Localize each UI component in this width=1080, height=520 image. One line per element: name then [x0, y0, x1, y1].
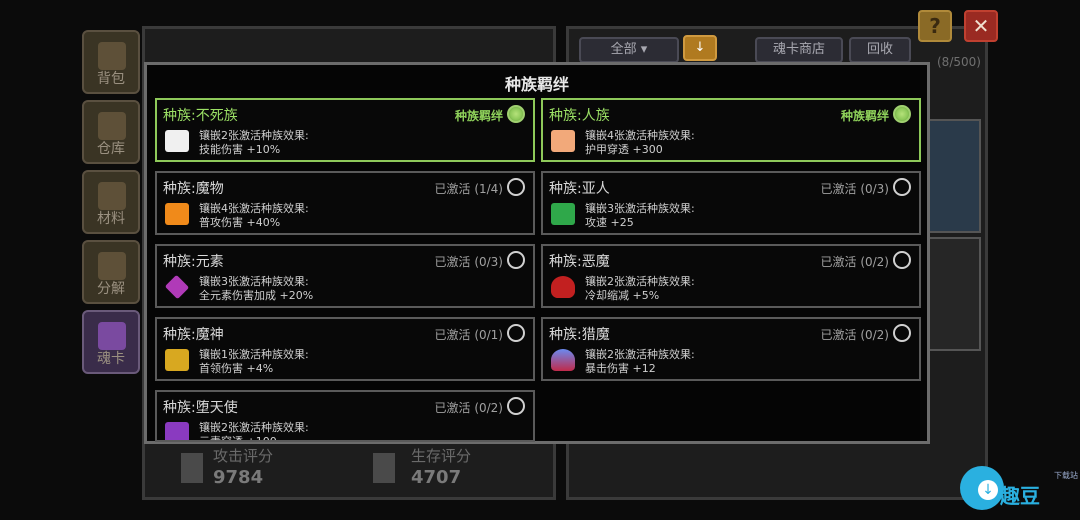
checkbox-checked-icon[interactable]: [893, 105, 911, 123]
race-card-fallen-angel[interactable]: 种族:堕天使 已激活 (0/2) 镶嵌2张激活种族效果: 元素穿透 +100: [155, 390, 535, 442]
watermark-logo: ↓ 趣豆 下载站: [960, 462, 1078, 518]
survival-score-value: 4707: [411, 467, 462, 488]
soul-card-shop-button[interactable]: 魂卡商店: [755, 37, 843, 63]
recycle-button[interactable]: 回收: [849, 37, 911, 63]
nav-backpack[interactable]: 背包: [82, 30, 140, 94]
skull-icon: [165, 130, 189, 152]
card-slot[interactable]: [925, 237, 981, 351]
race-card-monster[interactable]: 种族:魔物 已激活 (1/4) 镶嵌4张激活种族效果: 普攻伤害 +40%: [155, 171, 535, 235]
nav-warehouse[interactable]: 仓库: [82, 100, 140, 164]
race-card-demon-god[interactable]: 种族:魔神 已激活 (0/1) 镶嵌1张激活种族效果: 首领伤害 +4%: [155, 317, 535, 381]
dialog-title: 种族羁绊: [504, 75, 569, 94]
nav-decompose[interactable]: 分解: [82, 240, 140, 304]
element-crystal-icon: [164, 274, 190, 300]
decompose-icon: [98, 252, 126, 280]
nav-soul-card[interactable]: 魂卡: [82, 310, 140, 374]
download-arrow-icon: ↓: [978, 480, 998, 500]
warehouse-icon: [98, 112, 126, 140]
survival-score-label: 生存评分: [411, 447, 472, 465]
materials-icon: [98, 182, 126, 210]
sword-icon: [181, 453, 203, 483]
demon-god-icon: [165, 349, 189, 371]
shield-icon: [373, 453, 395, 483]
race-card-demon[interactable]: 种族:恶魔 已激活 (0/2) 镶嵌2张激活种族效果: 冷却缩减 +5%: [541, 244, 921, 308]
checkbox-icon[interactable]: [507, 251, 525, 269]
race-card-element[interactable]: 种族:元素 已激活 (0/3) 镶嵌3张激活种族效果: 全元素伤害加成 +20%: [155, 244, 535, 308]
checkbox-icon[interactable]: [507, 397, 525, 415]
checkbox-icon[interactable]: [893, 178, 911, 196]
close-button[interactable]: ✕: [964, 10, 998, 42]
checkbox-icon[interactable]: [507, 324, 525, 342]
race-card-demon-hunter[interactable]: 种族:猎魔 已激活 (0/2) 镶嵌2张激活种族效果: 暴击伤害 +12: [541, 317, 921, 381]
checkbox-icon[interactable]: [507, 178, 525, 196]
help-button[interactable]: ?: [918, 10, 952, 42]
checkbox-icon[interactable]: [893, 324, 911, 342]
race-card-demihuman[interactable]: 种族:亚人 已激活 (0/3) 镶嵌3张激活种族效果: 攻速 +25: [541, 171, 921, 235]
monster-face-icon: [165, 203, 189, 225]
backpack-icon: [98, 42, 126, 70]
sort-down-button[interactable]: ↓: [683, 35, 717, 61]
checkbox-icon[interactable]: [893, 251, 911, 269]
attack-score-value: 9784: [213, 467, 264, 488]
attack-score-label: 攻击评分: [213, 447, 274, 465]
demon-face-icon: [551, 276, 575, 298]
fallen-angel-icon: [165, 422, 189, 440]
race-card-undead[interactable]: 种族:不死族 种族羁绊 镶嵌2张激活种族效果: 技能伤害 +10%: [155, 98, 535, 162]
card-slot[interactable]: [925, 119, 981, 233]
demihuman-face-icon: [551, 203, 575, 225]
race-bond-dialog: 种族羁绊 种族:不死族 种族羁绊 镶嵌2张激活种族效果: 技能伤害 +10% 种…: [144, 62, 930, 444]
hunter-flame-icon: [551, 349, 575, 371]
race-card-human[interactable]: 种族:人族 种族羁绊 镶嵌4张激活种族效果: 护甲穿透 +300: [541, 98, 921, 162]
filter-dropdown[interactable]: 全部 ▾: [579, 37, 679, 63]
human-face-icon: [551, 130, 575, 152]
soul-card-icon: [98, 322, 126, 350]
capacity-count: (8/500): [937, 55, 981, 69]
checkbox-checked-icon[interactable]: [507, 105, 525, 123]
nav-materials[interactable]: 材料: [82, 170, 140, 234]
